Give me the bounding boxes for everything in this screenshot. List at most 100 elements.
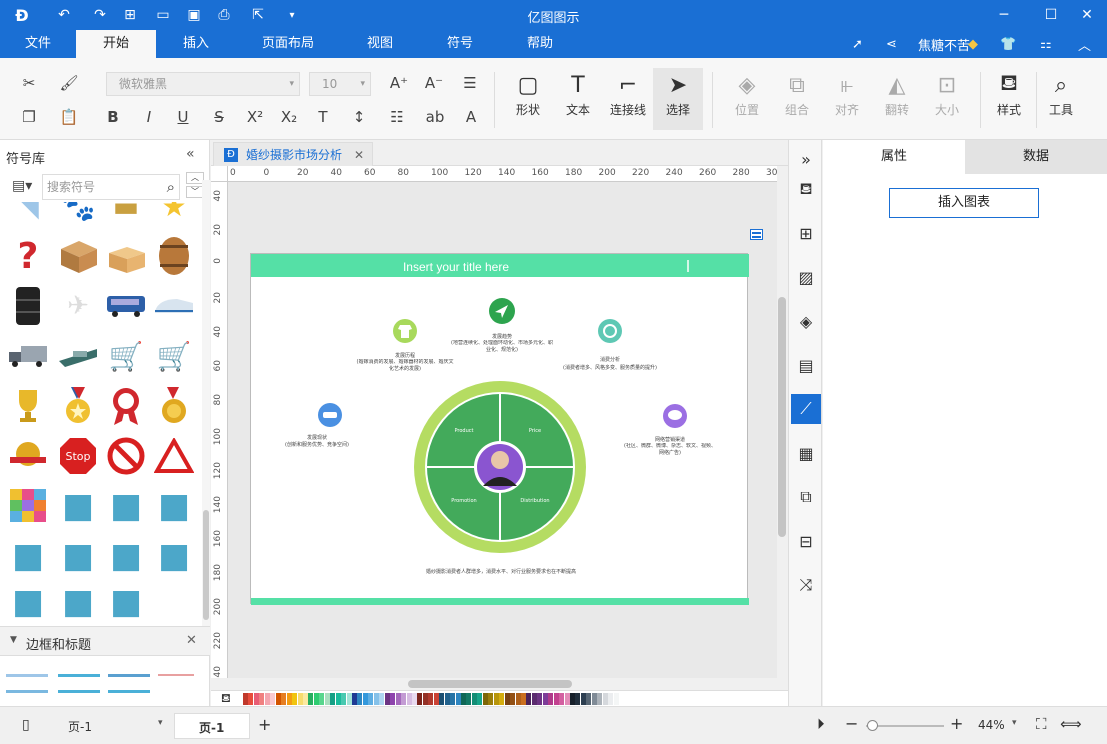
skin-icon[interactable]: 👕 (1000, 34, 1016, 54)
image-icon[interactable]: ▨ (791, 262, 821, 292)
color-swatch[interactable] (477, 693, 483, 705)
color-swatch[interactable] (608, 693, 614, 705)
color-swatch[interactable] (531, 693, 537, 705)
color-swatch[interactable] (520, 693, 526, 705)
tab-symbols[interactable]: 符号 (434, 30, 486, 58)
color-swatch[interactable] (559, 693, 565, 705)
box-symbol[interactable] (56, 234, 100, 278)
color-swatch[interactable] (482, 693, 488, 705)
color-swatch[interactable] (297, 693, 303, 705)
text-format-icon[interactable]: T (310, 104, 336, 130)
color-swatch[interactable] (281, 693, 287, 705)
oil-drum-symbol[interactable] (6, 284, 50, 328)
fit-page-icon[interactable]: ⛶ (1036, 715, 1047, 733)
size-button[interactable]: ⊡ 大小 (922, 68, 972, 130)
share-icon[interactable]: ⋖ (886, 34, 897, 54)
case-icon[interactable]: ab (422, 104, 448, 130)
color-swatch[interactable] (428, 693, 434, 705)
color-swatch[interactable] (471, 693, 477, 705)
puzzle-piece-symbol[interactable]: ■ (152, 534, 196, 578)
color-swatch[interactable] (308, 693, 314, 705)
flower-icon[interactable] (598, 319, 622, 343)
color-swatch[interactable] (335, 693, 341, 705)
symbol-search-input[interactable]: 搜索符号 ⌕ (42, 174, 180, 200)
cart-with-box-symbol[interactable]: 🛒 (152, 334, 196, 378)
open-box-symbol[interactable] (104, 234, 148, 278)
color-swatch[interactable] (493, 693, 499, 705)
bus-symbol[interactable] (104, 284, 148, 328)
color-swatch[interactable] (286, 693, 292, 705)
color-swatch[interactable] (401, 693, 407, 705)
add-page-icon[interactable]: + (258, 715, 271, 734)
page-view-icon[interactable]: ▯ (22, 717, 30, 733)
underline-icon[interactable]: U (170, 104, 196, 130)
zoom-slider-handle[interactable] (867, 720, 878, 731)
search-icon[interactable]: ⌕ (167, 175, 175, 199)
color-swatch[interactable] (515, 693, 521, 705)
gold-medal-symbol[interactable] (152, 384, 196, 428)
zoom-level[interactable]: 44% (978, 718, 1005, 732)
tab-home[interactable]: 开始 (76, 30, 156, 58)
format-painter-icon[interactable]: 🖌 (56, 70, 82, 96)
group-button[interactable]: ⧉ 组合 (772, 68, 822, 130)
comment-icon[interactable]: ⊟ (791, 526, 821, 556)
close-section-icon[interactable]: ✕ (186, 633, 197, 648)
text-tool-button[interactable]: T 文本 (553, 68, 603, 130)
color-swatch[interactable] (248, 693, 254, 705)
chart-icon[interactable]: ⟋ (791, 394, 821, 424)
tab-file[interactable]: 文件 (14, 30, 62, 58)
train-symbol[interactable] (152, 284, 196, 328)
color-swatch[interactable] (586, 693, 592, 705)
canvas-horizontal-scrollbar[interactable] (228, 678, 777, 690)
color-swatch[interactable] (466, 693, 472, 705)
color-swatch[interactable] (444, 693, 450, 705)
symbol-item[interactable]: 🐾 (56, 202, 100, 228)
color-swatch[interactable] (292, 693, 298, 705)
puzzle-piece-symbol[interactable]: ■ (104, 484, 148, 528)
color-swatch[interactable] (373, 693, 379, 705)
grid-icon[interactable]: ⊞ (791, 218, 821, 248)
fill-bucket-icon[interactable]: ⛾ (221, 691, 231, 707)
paste-icon[interactable]: 📋 (56, 104, 82, 130)
page-tab[interactable]: 页-1 (174, 713, 250, 739)
color-swatch[interactable] (450, 693, 456, 705)
color-swatch[interactable] (504, 693, 510, 705)
play-icon[interactable]: ⏵ (817, 715, 825, 733)
connector-tool-button[interactable]: ⌐ 连接线 (603, 68, 653, 130)
color-swatch[interactable] (461, 693, 466, 705)
page-select-caret-icon[interactable]: ▾ (158, 718, 163, 728)
align-button[interactable]: ⫦ 对齐 (822, 68, 872, 130)
puzzle-piece-symbol[interactable]: ■ (104, 534, 148, 578)
puzzle-piece-symbol[interactable]: ■ (104, 580, 148, 622)
canvas-vscroll-thumb[interactable] (778, 297, 786, 537)
color-swatch[interactable] (346, 693, 352, 705)
outline-icon[interactable]: ⧉ (791, 482, 821, 512)
subscript-icon[interactable]: X₂ (276, 104, 302, 130)
italic-icon[interactable]: I (136, 104, 162, 130)
puzzle-piece-symbol[interactable]: ■ (56, 534, 100, 578)
color-swatch[interactable] (259, 693, 265, 705)
tools-button[interactable]: ⌕ 工具 (1036, 68, 1086, 130)
color-swatch[interactable] (553, 693, 559, 705)
puzzle-piece-symbol[interactable]: ■ (6, 580, 50, 622)
fit-width-icon[interactable]: ⟺ (1060, 715, 1082, 733)
tab-data[interactable]: 数据 (965, 140, 1107, 174)
document-tab[interactable]: Ð 婚纱摄影市场分析 ✕ (213, 142, 373, 166)
superscript-icon[interactable]: X² (242, 104, 268, 130)
tab-properties[interactable]: 属性 (823, 140, 965, 174)
zoom-in-icon[interactable]: + (950, 714, 963, 733)
library-scrollbar[interactable] (202, 180, 210, 632)
color-swatch[interactable] (564, 693, 570, 705)
color-swatch[interactable] (319, 693, 325, 705)
collapse-ribbon-icon[interactable]: ︿ (1078, 34, 1091, 54)
publish-icon[interactable]: ➚ (852, 34, 863, 54)
select-tool-button[interactable]: ➤ 选择 (653, 68, 703, 130)
tab-help[interactable]: 帮助 (514, 30, 566, 58)
color-swatch[interactable] (379, 693, 385, 705)
font-color-icon[interactable]: A (458, 104, 484, 130)
color-swatch[interactable] (341, 693, 347, 705)
color-swatch[interactable] (526, 693, 532, 705)
colorful-puzzle-symbol[interactable] (6, 484, 50, 528)
color-swatch[interactable] (384, 693, 390, 705)
color-swatch[interactable] (591, 693, 597, 705)
